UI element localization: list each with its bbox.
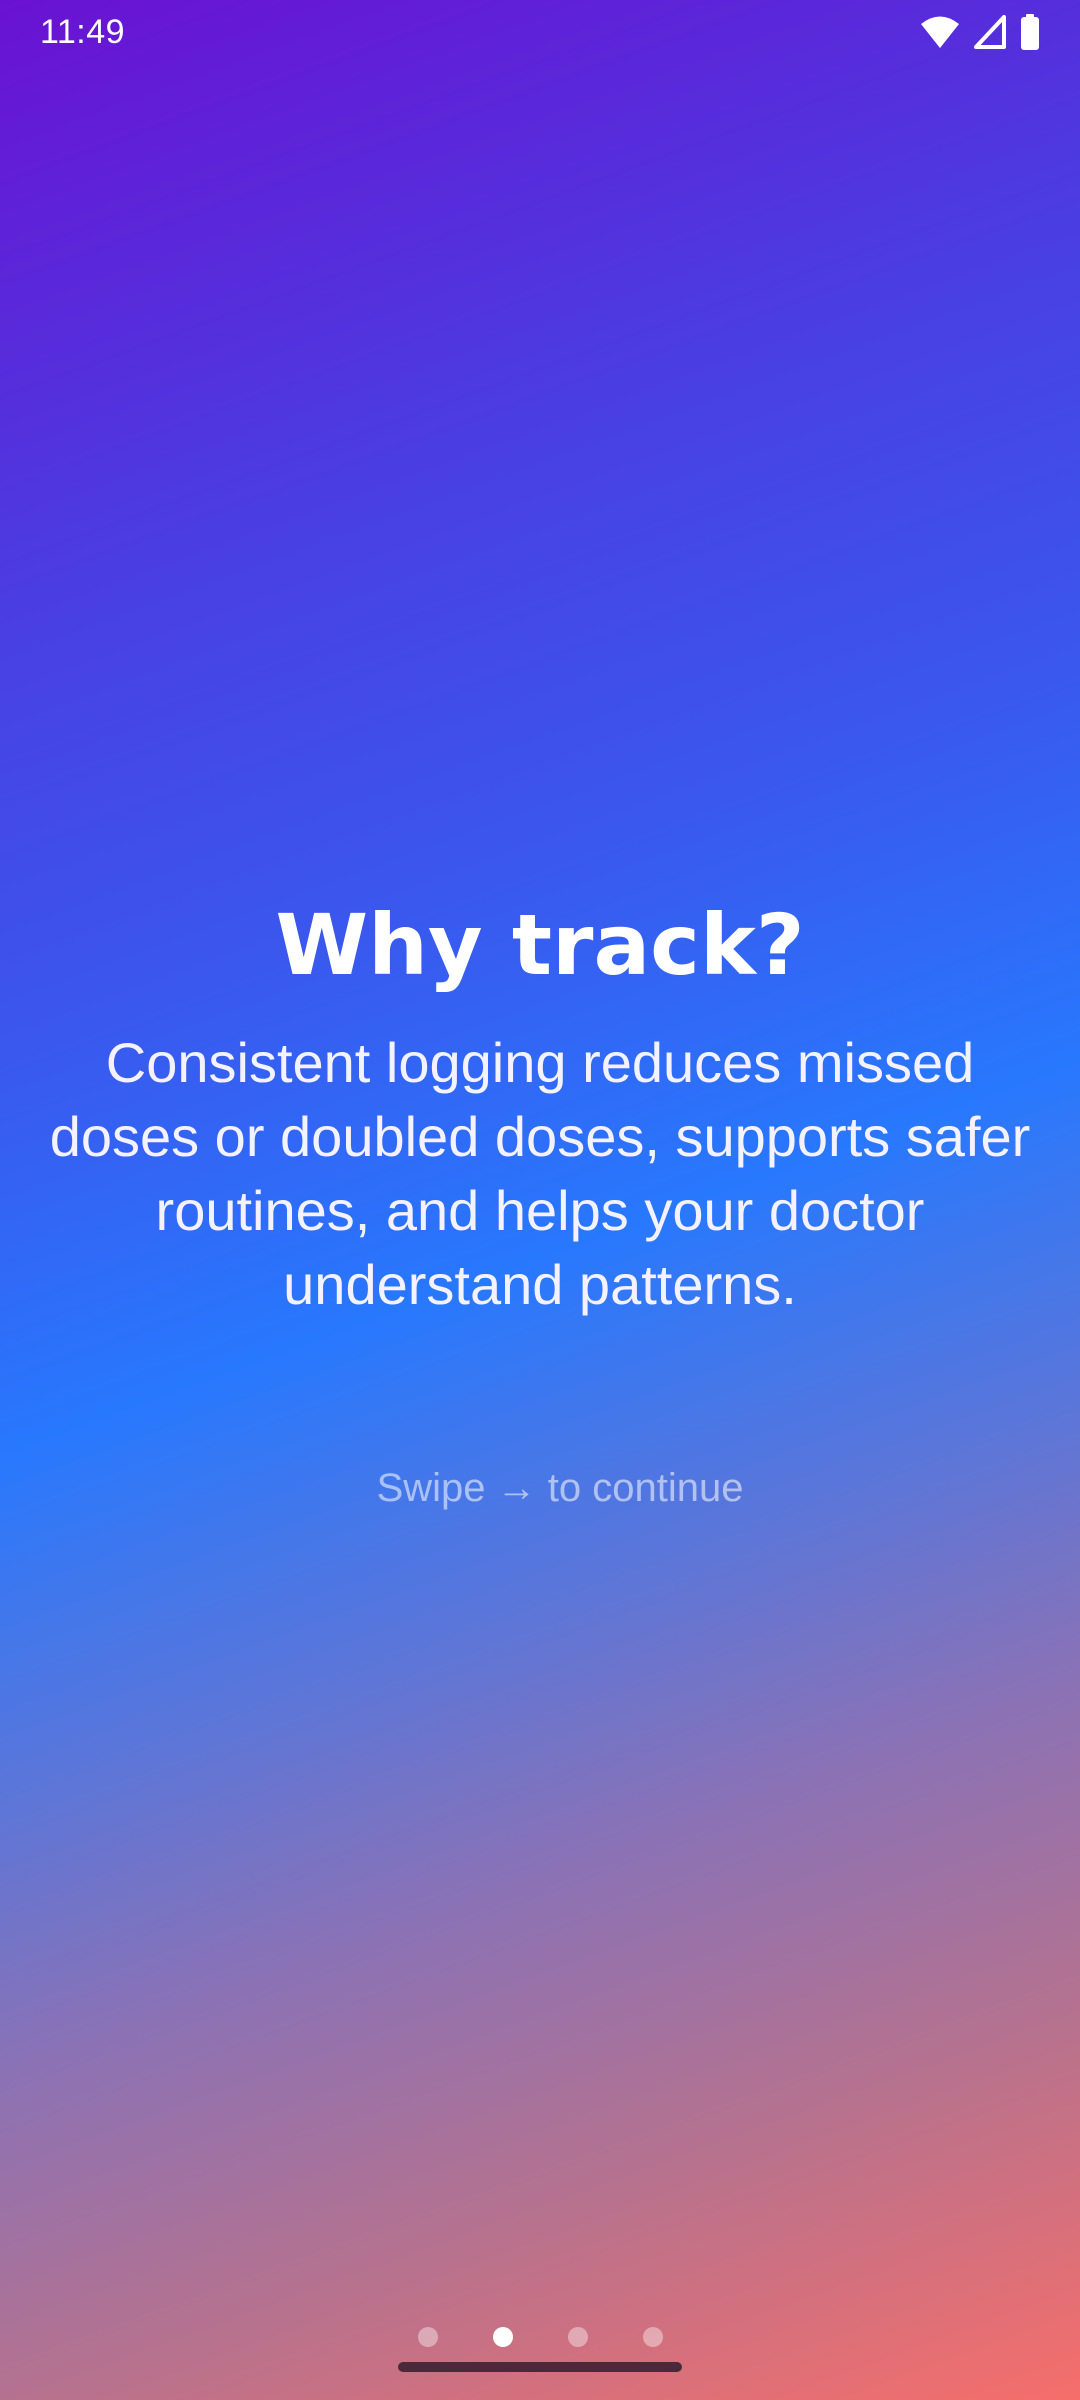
page-dot-3[interactable]	[567, 2327, 588, 2347]
page-description: Consistent logging reduces missed doses …	[49, 1031, 1031, 1316]
gesture-nav-handle[interactable]	[398, 2362, 682, 2372]
page-dot-1[interactable]	[417, 2327, 438, 2347]
page-title: Why track?	[275, 896, 805, 994]
page-indicator	[0, 2327, 1080, 2347]
cellular-signal-icon	[974, 15, 1006, 49]
status-icons	[920, 14, 1040, 50]
status-time: 11:49	[40, 12, 126, 51]
swipe-hint: Swipe → to continue	[376, 1466, 744, 1510]
wifi-icon	[920, 15, 960, 49]
page-dot-4[interactable]	[642, 2327, 663, 2347]
page-dot-2[interactable]	[492, 2327, 513, 2347]
onboarding-screen[interactable]: 11:49 Why track? Consistent logging redu…	[0, 0, 1080, 2400]
battery-icon	[1020, 14, 1040, 50]
onboarding-content: Why track? Consistent logging reduces mi…	[40, 890, 1040, 1322]
status-bar: 11:49	[0, 0, 1080, 64]
